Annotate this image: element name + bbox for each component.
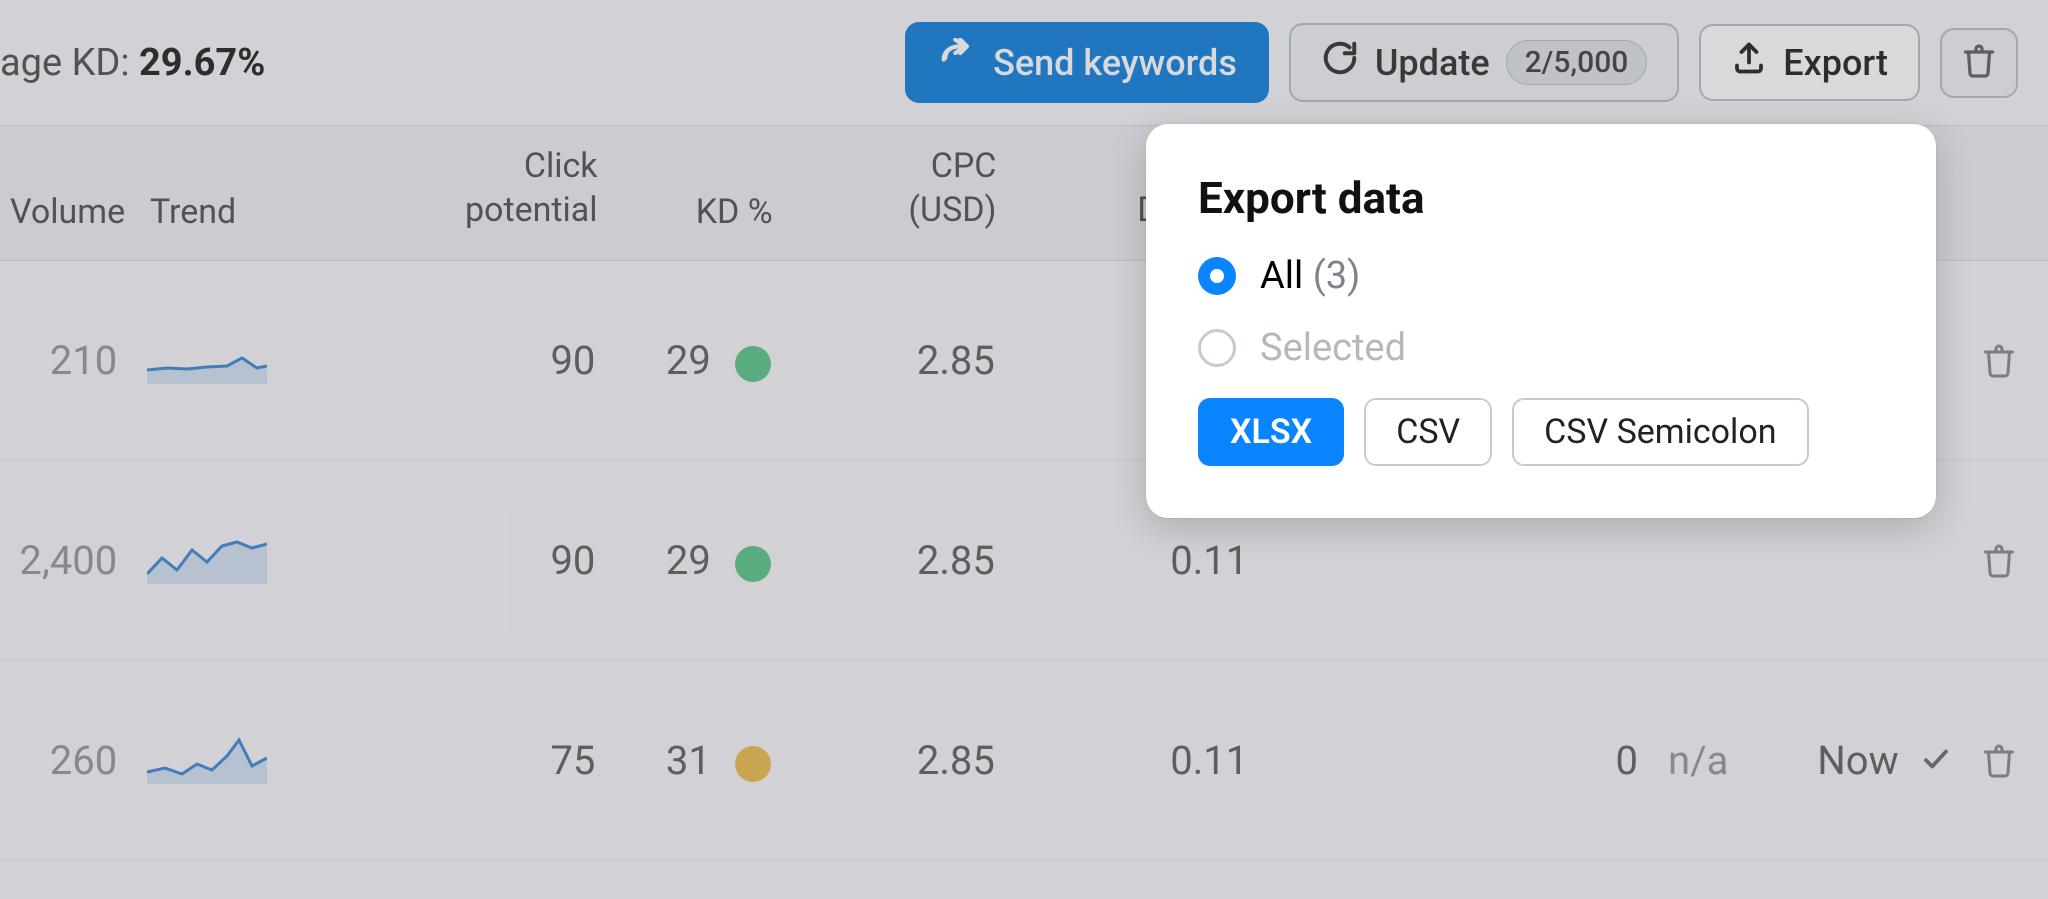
kd-difficulty-dot [735, 746, 771, 782]
send-keywords-label: Send keywords [993, 42, 1237, 84]
cell-trend [117, 728, 322, 794]
send-keywords-button[interactable]: Send keywords [905, 22, 1269, 103]
cell-volume: 2,400 [0, 537, 117, 584]
col-click-potential[interactable]: Click potential [325, 144, 597, 232]
update-button[interactable]: Update 2/5,000 [1289, 23, 1679, 102]
radio-checked-icon [1198, 257, 1236, 295]
cell-volume: 210 [0, 337, 117, 384]
export-button[interactable]: Export [1699, 24, 1920, 101]
kd-value: 29.67% [139, 41, 265, 85]
delete-all-button[interactable] [1940, 28, 2018, 98]
export-scope-all[interactable]: All (3) [1198, 254, 1884, 298]
cell-click-potential: 90 [323, 337, 596, 384]
check-icon [1921, 737, 1951, 784]
kd-difficulty-dot [735, 346, 771, 382]
kd-difficulty-dot [735, 546, 771, 582]
cell-kd: 31 [595, 737, 770, 784]
export-popover-title: Export data [1198, 172, 1884, 224]
cell-kd: 29 [595, 537, 770, 584]
row-delete-button[interactable] [1951, 743, 2048, 779]
cell-click-potential: 90 [323, 537, 596, 584]
upload-icon [1731, 40, 1767, 85]
col-kd[interactable]: KD % [598, 192, 773, 232]
cell-extra-number: 0 [1521, 737, 1638, 784]
row-delete-button[interactable] [1951, 543, 2048, 579]
cell-click-potential: 75 [323, 737, 596, 784]
cell-kd: 29 [595, 337, 770, 384]
export-format-csv[interactable]: CSV [1364, 398, 1492, 466]
cell-trend [117, 528, 322, 594]
col-cpc[interactable]: CPC (USD) [773, 144, 997, 232]
export-format-row: XLSX CSV CSV Semicolon [1198, 398, 1884, 466]
refresh-icon [1321, 39, 1359, 86]
col-volume[interactable]: Volume [0, 192, 120, 232]
cell-trend [117, 328, 322, 394]
cell-na: n/a [1638, 737, 1756, 784]
cell-now: Now [1756, 737, 1951, 784]
average-kd-label: age KD: 29.67% [0, 41, 265, 85]
cell-cpc: 2.85 [771, 337, 995, 384]
export-format-xlsx[interactable]: XLSX [1198, 398, 1344, 466]
arrow-right-icon [937, 38, 977, 87]
cell-density: 0.11 [995, 537, 1248, 584]
export-label: Export [1783, 42, 1888, 84]
col-trend[interactable]: Trend [120, 192, 325, 232]
cell-cpc: 2.85 [771, 537, 995, 584]
cell-cpc: 2.85 [771, 737, 995, 784]
row-delete-button[interactable] [1951, 343, 2048, 379]
radio-unchecked-icon [1198, 329, 1236, 367]
update-count-pill: 2/5,000 [1506, 40, 1648, 85]
table-row: 260 7531 2.850.11 0n/aNow [0, 661, 2048, 861]
cell-volume: 260 [0, 737, 117, 784]
toolbar: age KD: 29.67% Send keywords Update 2/5,… [0, 0, 2048, 125]
export-popover: Export data All (3) Selected XLSX CSV CS… [1146, 124, 1936, 518]
export-format-csv-semicolon[interactable]: CSV Semicolon [1512, 398, 1808, 466]
export-scope-selected: Selected [1198, 326, 1884, 370]
export-scope-all-label: All (3) [1260, 254, 1360, 298]
cell-density: 0.11 [995, 737, 1248, 784]
export-scope-selected-label: Selected [1260, 326, 1406, 370]
kd-prefix: age KD: [0, 41, 139, 85]
trash-icon [1961, 43, 1997, 83]
update-label: Update [1375, 42, 1490, 84]
